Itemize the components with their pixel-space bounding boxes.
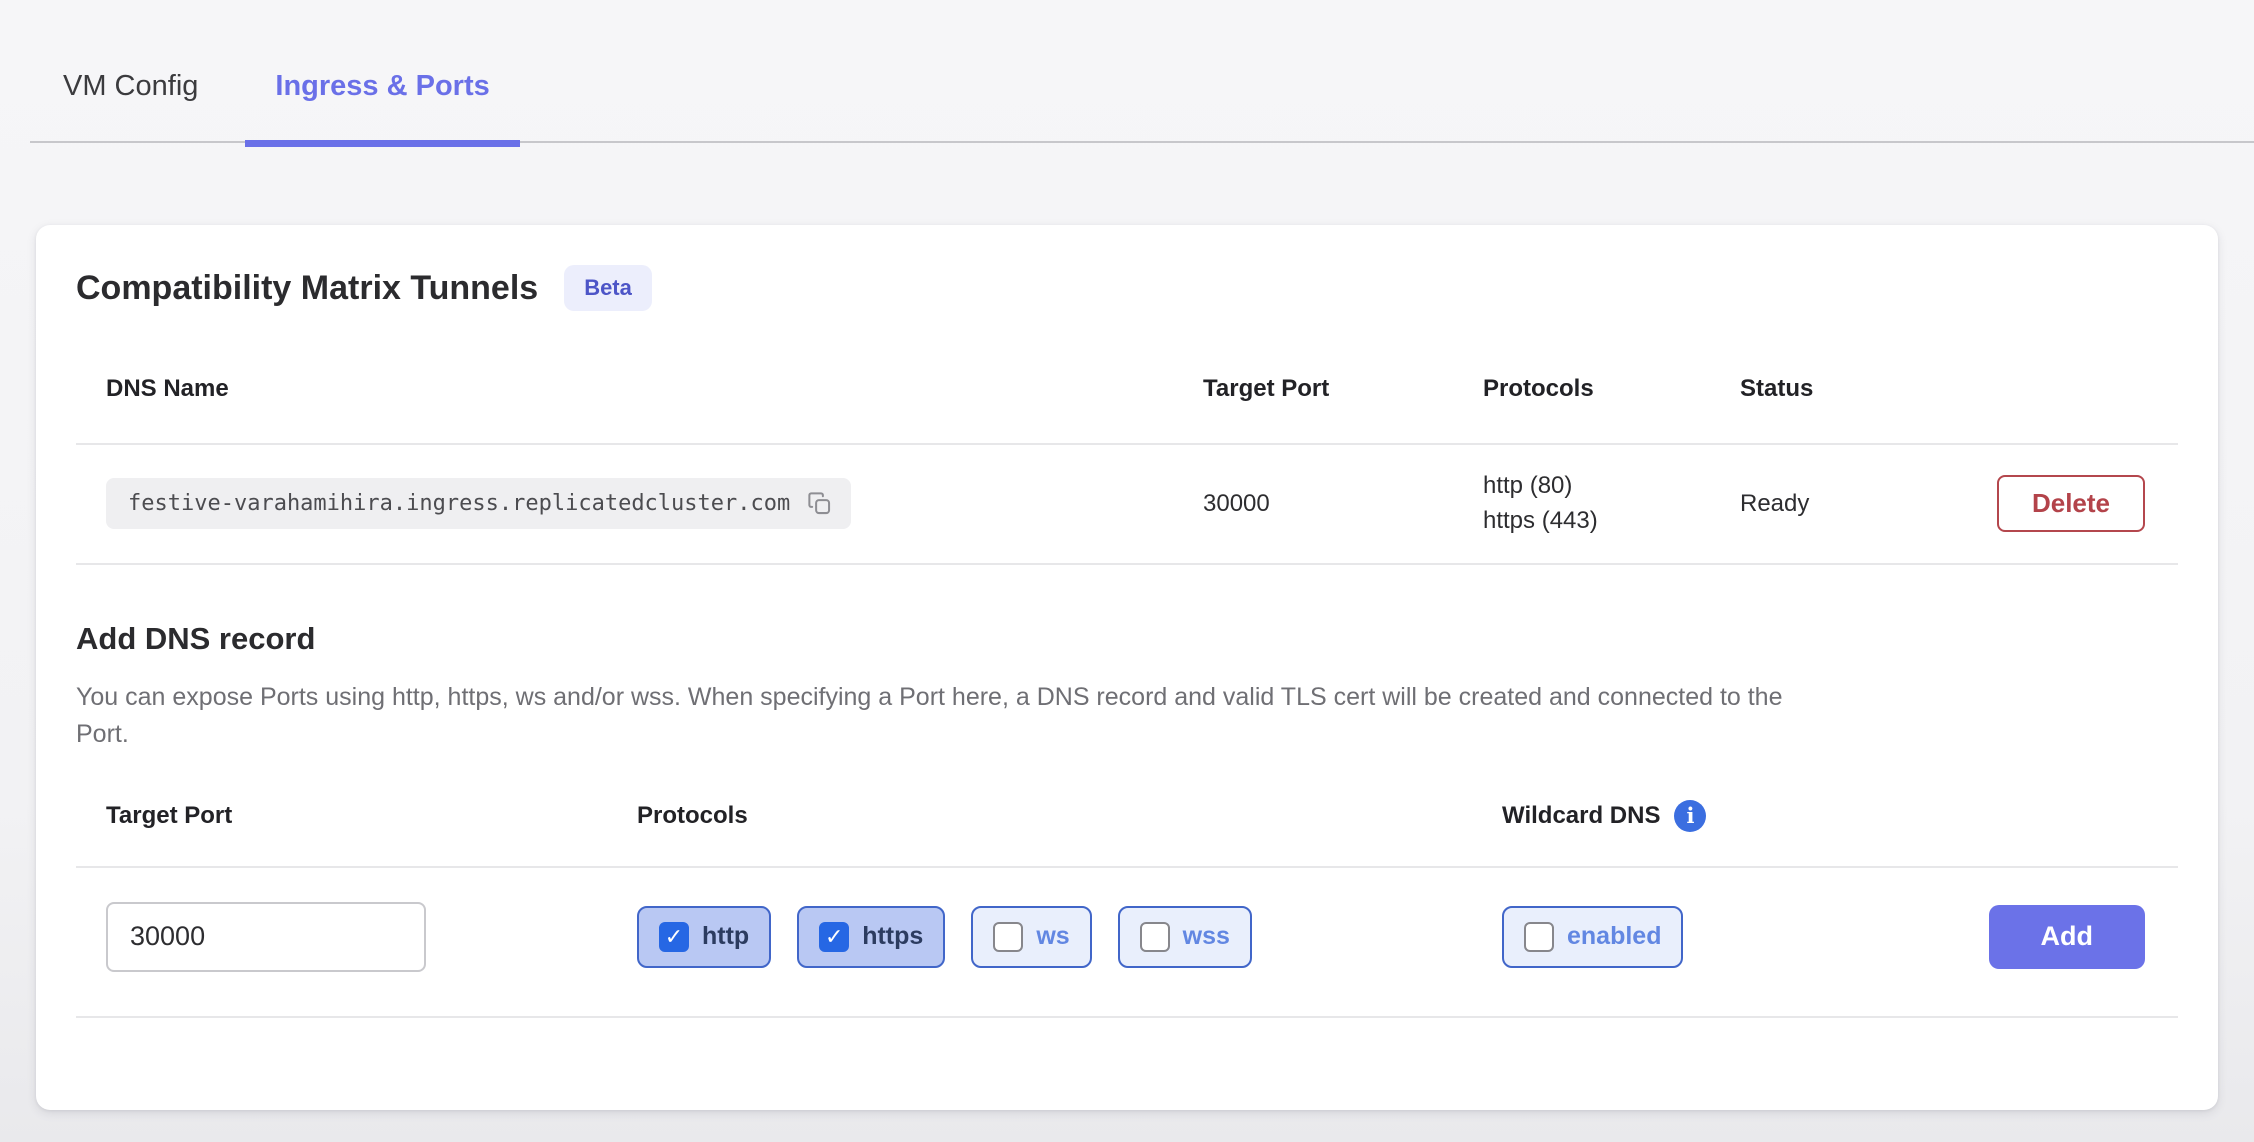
dns-name-pill: festive-varahamihira.ingress.replicatedc… [106, 478, 851, 529]
add-dns-heading: Add DNS record [76, 621, 2178, 657]
protocol-checkbox-ws[interactable]: ws [971, 906, 1091, 968]
checkbox-icon [819, 922, 849, 952]
chip-label: wss [1183, 922, 1230, 951]
label-wildcard-dns: Wildcard DNS [1502, 802, 1660, 830]
label-protocols: Protocols [637, 802, 1502, 830]
row-target-port: 30000 [1203, 490, 1483, 518]
form-label-row: Target Port Protocols Wildcard DNS i [76, 800, 2178, 866]
chip-label: http [702, 922, 749, 951]
panel-title-row: Compatibility Matrix Tunnels Beta [76, 265, 2178, 311]
protocol-chips: http https ws wss [637, 906, 1502, 968]
copy-icon[interactable] [806, 490, 833, 517]
add-dns-description: You can expose Ports using http, https, … [76, 679, 1816, 754]
checkbox-icon [659, 922, 689, 952]
checkbox-icon [1140, 922, 1170, 952]
chip-label: ws [1036, 922, 1069, 951]
row-protocol-https: https (443) [1483, 504, 1740, 539]
header-dns-name: DNS Name [106, 375, 1203, 403]
add-button[interactable]: Add [1989, 905, 2145, 969]
chip-label: enabled [1567, 922, 1661, 951]
header-protocols: Protocols [1483, 375, 1740, 403]
form-input-row: http https ws wss enabled Add [76, 868, 2178, 1016]
row-status: Ready [1740, 490, 1970, 518]
divider [76, 563, 2178, 565]
row-protocol-http: http (80) [1483, 469, 1740, 504]
info-icon[interactable]: i [1674, 800, 1706, 832]
protocol-checkbox-http[interactable]: http [637, 906, 771, 968]
protocol-checkbox-wss[interactable]: wss [1118, 906, 1252, 968]
header-target-port: Target Port [1203, 375, 1483, 403]
label-target-port: Target Port [106, 802, 637, 830]
protocol-checkbox-https[interactable]: https [797, 906, 945, 968]
tunnels-panel: Compatibility Matrix Tunnels Beta DNS Na… [36, 225, 2218, 1110]
tab-bar: VM Config Ingress & Ports [0, 0, 2254, 143]
tab-vm-config[interactable]: VM Config [33, 0, 228, 143]
row-protocols: http (80) https (443) [1483, 469, 1740, 539]
delete-button[interactable]: Delete [1997, 475, 2145, 532]
checkbox-icon [993, 922, 1023, 952]
wildcard-enabled-checkbox[interactable]: enabled [1502, 906, 1683, 968]
checkbox-icon [1524, 922, 1554, 952]
target-port-input[interactable] [106, 902, 426, 972]
chip-label: https [862, 922, 923, 951]
table-header-row: DNS Name Target Port Protocols Status [76, 311, 2178, 443]
header-status: Status [1740, 375, 1970, 403]
table-row: festive-varahamihira.ingress.replicatedc… [76, 445, 2178, 563]
beta-badge: Beta [564, 265, 652, 311]
divider [76, 1016, 2178, 1018]
dns-name-value: festive-varahamihira.ingress.replicatedc… [128, 491, 790, 516]
tab-ingress-ports[interactable]: Ingress & Ports [245, 0, 519, 143]
panel-title: Compatibility Matrix Tunnels [76, 269, 538, 308]
